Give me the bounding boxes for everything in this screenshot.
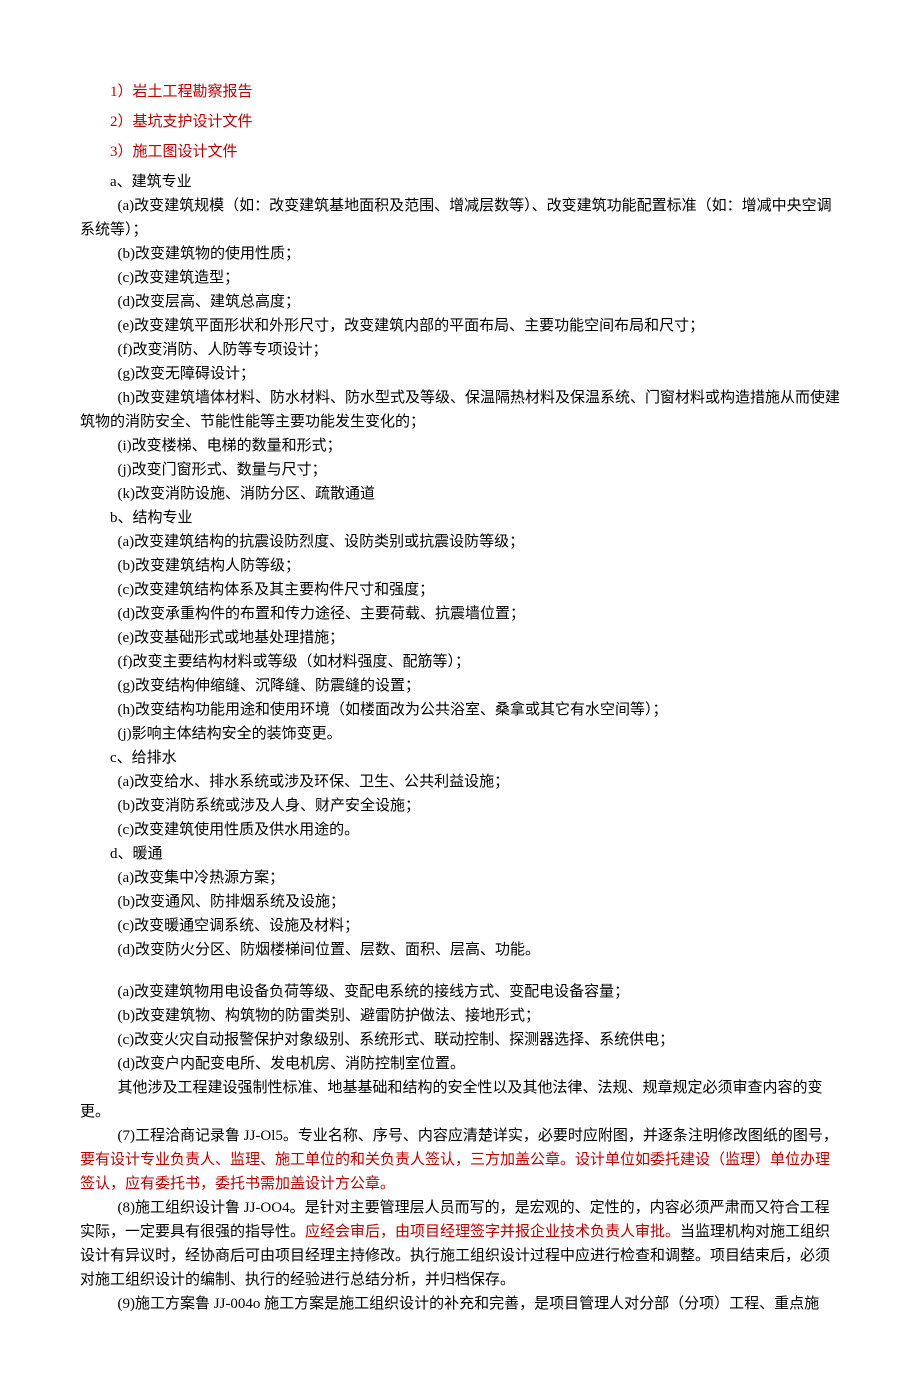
- section-c-title: c、给排水: [80, 746, 840, 770]
- section-a-item-c: (c)改变建筑造型；: [80, 266, 840, 290]
- section-d-item-c: (c)改变暖通空调系统、设施及材料；: [80, 914, 840, 938]
- section-a-item-h: (h)改变建筑墙体材料、防水材料、防水型式及等级、保温隔热材料及保温系统、门窗材…: [80, 386, 840, 434]
- section-c-item-a: (a)改变给水、排水系统或涉及环保、卫生、公共利益设施；: [80, 770, 840, 794]
- section-b-title: b、结构专业: [80, 506, 840, 530]
- section-d-item-a: (a)改变集中冷热源方案；: [80, 866, 840, 890]
- section-b-item-f: (f)改变主要结构材料或等级（如材料强度、配筋等）；: [80, 650, 840, 674]
- section-b-item-h: (h)改变结构功能用途和使用环境（如楼面改为公共浴室、桑拿或其它有水空间等）；: [80, 698, 840, 722]
- section-b-item-g: (g)改变结构伸缩缝、沉降缝、防震缝的设置；: [80, 674, 840, 698]
- p8-red: 应经会审后，由项目经理签字并报企业技术负责人审批。: [305, 1224, 680, 1240]
- section-b-item-d: (d)改变承重构件的布置和传力途径、主要荷载、抗震墙位置；: [80, 602, 840, 626]
- other-clause: 其他涉及工程建设强制性标准、地基基础和结构的安全性以及其他法律、法规、规章规定必…: [80, 1076, 840, 1124]
- section-e-item-d: (d)改变户内配变电所、发电机房、消防控制室位置。: [80, 1052, 840, 1076]
- section-e-item-c: (c)改变火灾自动报警保护对象级别、系统形式、联动控制、探测器选择、系统供电；: [80, 1028, 840, 1052]
- section-b-item-e: (e)改变基础形式或地基处理措施；: [80, 626, 840, 650]
- p7-pre: (7)工程洽商记录鲁 JJ-Ol5。专业名称、序号、内容应清楚详实，必要时应附图…: [118, 1128, 838, 1144]
- section-b-item-b: (b)改变建筑结构人防等级；: [80, 554, 840, 578]
- section-c-item-c: (c)改变建筑使用性质及供水用途的。: [80, 818, 840, 842]
- paragraph-7: (7)工程洽商记录鲁 JJ-Ol5。专业名称、序号、内容应清楚详实，必要时应附图…: [80, 1124, 840, 1196]
- header-item-3: 3）施工图设计文件: [80, 140, 840, 164]
- section-b-item-a: (a)改变建筑结构的抗震设防烈度、设防类别或抗震设防等级；: [80, 530, 840, 554]
- header-item-2: 2）基坑支护设计文件: [80, 110, 840, 134]
- section-a-item-b: (b)改变建筑物的使用性质；: [80, 242, 840, 266]
- section-c-item-b: (b)改变消防系统或涉及人身、财产安全设施；: [80, 794, 840, 818]
- section-e-item-b: (b)改变建筑物、构筑物的防雷类别、避雷防护做法、接地形式；: [80, 1004, 840, 1028]
- section-d-item-b: (b)改变通风、防排烟系统及设施；: [80, 890, 840, 914]
- section-a-item-i: (i)改变楼梯、电梯的数量和形式；: [80, 434, 840, 458]
- paragraph-8: (8)施工组织设计鲁 JJ-OO4。是针对主要管理层人员而写的，是宏观的、定性的…: [80, 1196, 840, 1292]
- section-a-item-k: (k)改变消防设施、消防分区、疏散通道: [80, 482, 840, 506]
- paragraph-9: (9)施工方案鲁 JJ-004o 施工方案是施工组织设计的补充和完善，是项目管理…: [80, 1292, 840, 1316]
- section-d-item-d: (d)改变防火分区、防烟楼梯间位置、层数、面积、层高、功能。: [80, 938, 840, 962]
- section-b-item-c: (c)改变建筑结构体系及其主要构件尺寸和强度；: [80, 578, 840, 602]
- section-a-item-f: (f)改变消防、人防等专项设计；: [80, 338, 840, 362]
- section-a-lead: (a)改变建筑规模（如：改变建筑基地面积及范围、增减层数等）、改变建筑功能配置标…: [80, 194, 840, 242]
- section-a-item-j: (j)改变门窗形式、数量与尺寸；: [80, 458, 840, 482]
- section-e-item-a: (a)改变建筑物用电设备负荷等级、变配电系统的接线方式、变配电设备容量；: [80, 980, 840, 1004]
- section-a-item-e: (e)改变建筑平面形状和外形尺寸，改变建筑内部的平面布局、主要功能空间布局和尺寸…: [80, 314, 840, 338]
- header-item-1: 1）岩土工程勘察报告: [80, 80, 840, 104]
- section-b-item-j: (j)影响主体结构安全的装饰变更。: [80, 722, 840, 746]
- section-a-item-d: (d)改变层高、建筑总高度；: [80, 290, 840, 314]
- p7-red: 要有设计专业负责人、监理、施工单位的和关负责人签认，三方加盖公章。设计单位如委托…: [80, 1152, 830, 1192]
- section-a-title: a、建筑专业: [80, 170, 840, 194]
- section-a-item-g: (g)改变无障碍设计；: [80, 362, 840, 386]
- section-d-title: d、暖通: [80, 842, 840, 866]
